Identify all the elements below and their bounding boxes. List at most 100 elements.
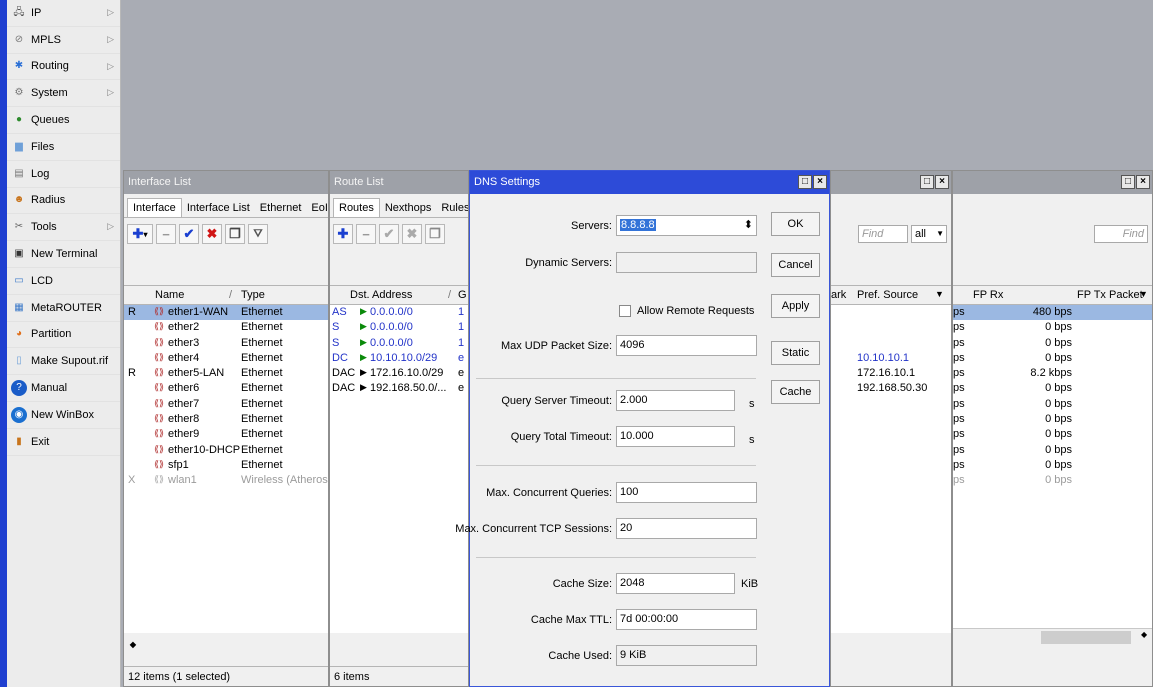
table-row[interactable]: ⟪⟫ ether9 Ethernet — [124, 427, 328, 442]
table-row[interactable]: ps 0 bps — [953, 320, 1152, 335]
table-row[interactable]: ps 0 bps — [953, 458, 1152, 473]
window-titlebar[interactable]: □ × — [831, 171, 951, 194]
close-button[interactable]: × — [813, 175, 827, 189]
scroll-left-arrow[interactable]: ◆ — [126, 636, 140, 652]
disable-button[interactable]: ✖ — [402, 224, 422, 244]
allow-remote-requests-checkbox[interactable] — [619, 305, 631, 317]
comment-button[interactable]: ❐ — [225, 224, 245, 244]
add-button[interactable]: ✚ ▾ — [127, 224, 153, 244]
table-row[interactable]: ps 0 bps — [953, 473, 1152, 488]
column-header-fp-rx[interactable]: FP Rx — [973, 289, 1003, 301]
sidebar-item-routing[interactable]: ✱ Routing ▷ — [7, 54, 120, 81]
column-menu-icon[interactable]: ▼ — [935, 289, 944, 299]
column-header-mark[interactable]: ark — [831, 289, 846, 301]
column-header-name[interactable]: Name — [155, 289, 184, 301]
close-button[interactable]: × — [935, 175, 949, 189]
find-input[interactable]: Find — [858, 225, 908, 243]
static-button[interactable]: Static — [771, 341, 820, 365]
table-row[interactable]: ps 0 bps — [953, 381, 1152, 396]
remove-button[interactable]: − — [356, 224, 376, 244]
table-row[interactable]: DAC ▶ 172.16.10.0/29 e — [330, 366, 468, 381]
remove-button[interactable]: − — [156, 224, 176, 244]
max-concurrent-queries-input[interactable]: 100 — [616, 482, 757, 503]
apply-button[interactable]: Apply — [771, 294, 820, 318]
column-header-dst-address[interactable]: Dst. Address — [350, 289, 412, 301]
table-row[interactable]: ⟪⟫ ether8 Ethernet — [124, 412, 328, 427]
table-row[interactable]: AS ▶ 0.0.0.0/0 1 — [330, 305, 468, 320]
sidebar-item-manual[interactable]: ? Manual — [7, 375, 120, 402]
column-header-type[interactable]: Type — [241, 289, 265, 301]
window-titlebar[interactable]: □ × — [953, 171, 1152, 194]
max-concurrent-tcp-sessions-input[interactable]: 20 — [616, 518, 757, 539]
table-row[interactable]: R ⟪⟫ ether5-LAN Ethernet — [124, 366, 328, 381]
table-row[interactable]: ⟪⟫ ether2 Ethernet — [124, 320, 328, 335]
query-server-timeout-input[interactable]: 2.000 — [616, 390, 735, 411]
maximize-button[interactable]: □ — [798, 175, 812, 189]
comment-button[interactable]: ❐ — [425, 224, 445, 244]
table-row[interactable]: ⟪⟫ sfp1 Ethernet — [124, 458, 328, 473]
table-row[interactable]: ps 480 bps — [953, 305, 1152, 321]
table-row[interactable]: X ⟪⟫ wlan1 Wireless (Atheros A — [124, 473, 328, 488]
table-row[interactable]: ps 0 bps — [953, 351, 1152, 366]
maximize-button[interactable]: □ — [1121, 175, 1135, 189]
table-row[interactable]: DAC ▶ 192.168.50.0/... e — [330, 381, 468, 396]
window-titlebar[interactable]: Route List — [330, 171, 468, 194]
table-row[interactable]: ⟪⟫ ether3 Ethernet — [124, 336, 328, 351]
table-row[interactable]: DC ▶ 10.10.10.0/29 e — [330, 351, 468, 366]
table-row[interactable]: ps 0 bps — [953, 336, 1152, 351]
maximize-button[interactable]: □ — [920, 175, 934, 189]
table-row[interactable]: 172.16.10.1 — [831, 366, 951, 381]
sidebar-item-new-winbox[interactable]: ◉ New WinBox — [7, 402, 120, 429]
sidebar-item-system[interactable]: ⚙ System ▷ — [7, 80, 120, 108]
sidebar-item-partition[interactable]: ◕ Partition — [7, 322, 120, 349]
cancel-button[interactable]: Cancel — [771, 253, 820, 277]
sidebar-item-exit[interactable]: ▮ Exit — [7, 429, 120, 456]
table-row[interactable] — [831, 336, 951, 351]
up-down-arrows-icon[interactable]: ⬍ — [744, 216, 753, 235]
table-row[interactable]: 10.10.10.1 — [831, 351, 951, 366]
find-input[interactable]: Find — [1094, 225, 1148, 243]
table-row[interactable]: S ▶ 0.0.0.0/0 1 — [330, 320, 468, 335]
sidebar-item-tools[interactable]: ✂ Tools ▷ — [7, 214, 120, 242]
table-row[interactable]: ⟪⟫ ether10-DHCP Ethernet — [124, 443, 328, 458]
max-udp-packet-size-input[interactable]: 4096 — [616, 335, 757, 356]
window-titlebar[interactable]: Interface List — [124, 171, 328, 194]
sidebar-item-files[interactable]: ▆ Files — [7, 134, 120, 161]
close-button[interactable]: × — [1136, 175, 1150, 189]
window-titlebar[interactable]: DNS Settings □ × — [470, 171, 829, 194]
table-row[interactable]: ps 8.2 kbps — [953, 366, 1152, 381]
table-row[interactable]: ps 0 bps — [953, 443, 1152, 458]
sidebar-item-ip[interactable]: 🖧 IP ▷ — [7, 0, 120, 27]
tab-eoip-tunnel[interactable]: EoIP Tu — [306, 199, 328, 217]
filter-select[interactable]: all ▼ — [911, 225, 947, 243]
cache-button[interactable]: Cache — [771, 380, 820, 404]
table-row[interactable]: 192.168.50.30 — [831, 381, 951, 396]
table-row[interactable] — [831, 320, 951, 335]
add-button[interactable]: ✚ — [333, 224, 353, 244]
tab-interface[interactable]: Interface — [127, 198, 182, 217]
query-total-timeout-input[interactable]: 10.000 — [616, 426, 735, 447]
table-row[interactable]: ⟪⟫ ether6 Ethernet — [124, 381, 328, 396]
table-row[interactable]: ⟪⟫ ether4 Ethernet — [124, 351, 328, 366]
table-row[interactable]: ⟪⟫ ether7 Ethernet — [124, 397, 328, 412]
sidebar-item-metarouter[interactable]: ▦ MetaROUTER — [7, 295, 120, 322]
column-header-pref-source[interactable]: Pref. Source — [857, 289, 918, 301]
sidebar-item-radius[interactable]: ☻ Radius — [7, 188, 120, 215]
table-row[interactable]: ps 0 bps — [953, 412, 1152, 427]
table-row[interactable]: R ⟪⟫ ether1-WAN Ethernet — [124, 305, 328, 321]
scrollbar-thumb[interactable] — [1041, 631, 1131, 644]
table-row[interactable]: ps 0 bps — [953, 397, 1152, 412]
tab-nexthops[interactable]: Nexthops — [380, 199, 436, 217]
scroll-right-arrow[interactable]: ◆ — [1141, 630, 1147, 639]
tab-rules[interactable]: Rules — [436, 199, 468, 217]
column-header-fp-tx-packet[interactable]: FP Tx Packet — [1077, 289, 1143, 301]
servers-input[interactable]: 8.8.8.8 ⬍ — [616, 215, 757, 236]
enable-button[interactable]: ✔ — [379, 224, 399, 244]
sidebar-item-queues[interactable]: ● Queues — [7, 107, 120, 134]
ok-button[interactable]: OK — [771, 212, 820, 236]
cache-max-ttl-input[interactable]: 7d 00:00:00 — [616, 609, 757, 630]
column-header-gateway[interactable]: G — [458, 289, 467, 301]
sidebar-item-mpls[interactable]: ⊘ MPLS ▷ — [7, 27, 120, 54]
disable-button[interactable]: ✖ — [202, 224, 222, 244]
tab-interface-list[interactable]: Interface List — [182, 199, 255, 217]
